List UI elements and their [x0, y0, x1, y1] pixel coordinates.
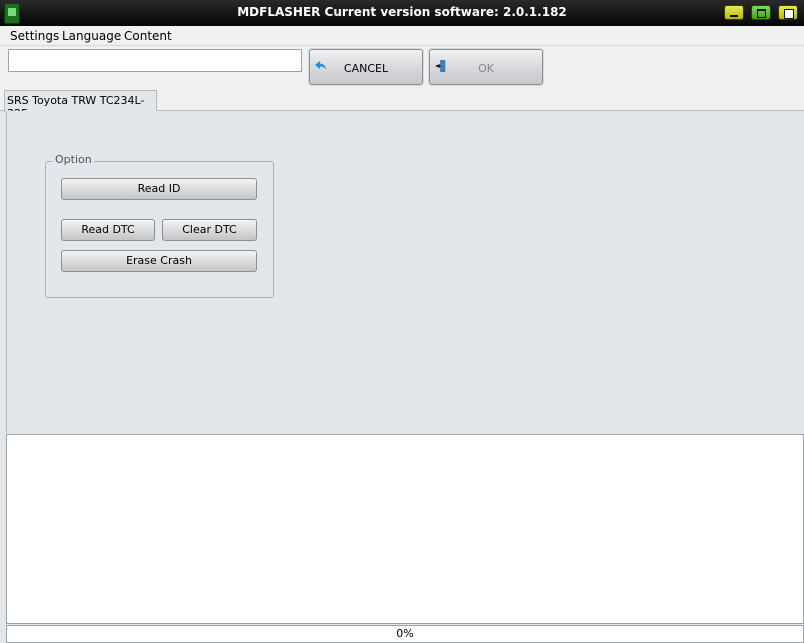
- minimize-button[interactable]: [724, 5, 744, 20]
- progress-text: 0%: [396, 627, 414, 640]
- clear-dtc-button[interactable]: Clear DTC: [162, 219, 257, 241]
- ok-label: OK: [478, 62, 494, 75]
- menu-content[interactable]: Content: [124, 29, 172, 43]
- log-output[interactable]: [6, 434, 804, 624]
- ok-button[interactable]: OK: [429, 49, 543, 85]
- top-input[interactable]: [8, 49, 302, 72]
- cancel-button[interactable]: CANCEL: [309, 49, 423, 85]
- erase-crash-button[interactable]: Erase Crash: [61, 250, 257, 272]
- maximize-button[interactable]: [751, 5, 771, 20]
- read-dtc-button[interactable]: Read DTC: [61, 219, 155, 241]
- close-button[interactable]: [778, 5, 798, 20]
- window-title: MDFLASHER Current version software: 2.0.…: [237, 5, 567, 19]
- menu-bar: Settings Language Content: [0, 26, 804, 46]
- progress-bar: 0%: [6, 625, 804, 643]
- read-id-button[interactable]: Read ID: [61, 178, 257, 200]
- title-bar: MDFLASHER Current version software: 2.0.…: [0, 0, 804, 26]
- tab-srs-toyota[interactable]: SRS Toyota TRW TC234L-32F: [4, 90, 157, 120]
- menu-settings[interactable]: Settings: [10, 29, 59, 43]
- menu-language[interactable]: Language: [62, 29, 121, 43]
- cancel-label: CANCEL: [343, 62, 389, 75]
- option-group-label: Option: [53, 153, 94, 166]
